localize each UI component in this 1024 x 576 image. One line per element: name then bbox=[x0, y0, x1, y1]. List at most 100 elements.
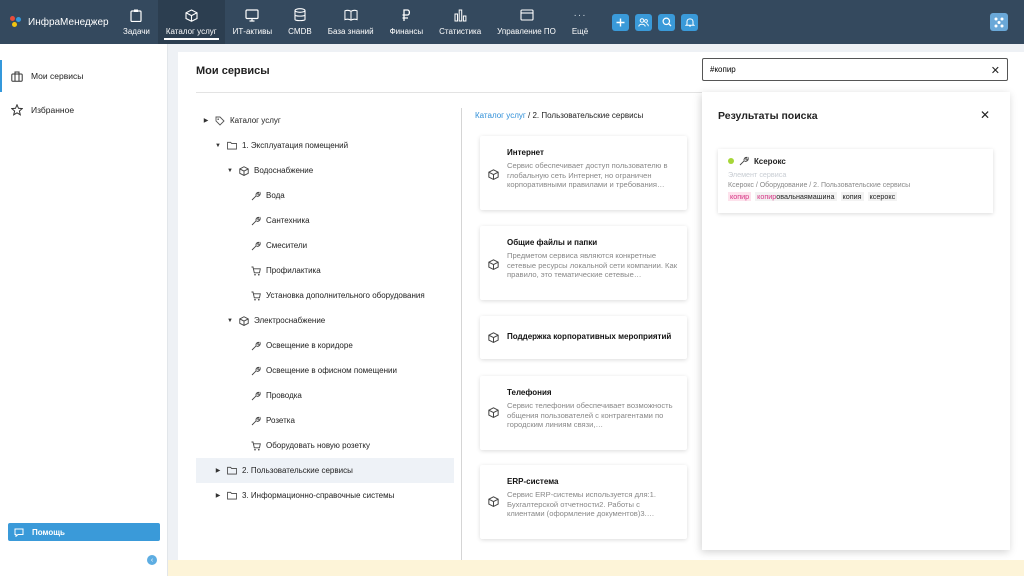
search-results-panel: Результаты поиска ✕ Ксерокс Элемент серв… bbox=[702, 92, 1010, 550]
cube-icon bbox=[184, 8, 198, 22]
service-card-internet[interactable]: Интернет Сервис обеспечивает доступ поль… bbox=[480, 136, 687, 210]
sidebar-item-label: Избранное bbox=[31, 105, 75, 115]
tree-node-water[interactable]: Вода bbox=[196, 183, 454, 208]
help-button[interactable]: Помощь bbox=[8, 523, 160, 541]
search-result-item[interactable]: Ксерокс Элемент сервиса Ксерокс / Оборуд… bbox=[718, 149, 993, 213]
tree-node-water-supply[interactable]: ▼ Водоснабжение bbox=[196, 158, 454, 183]
close-results-icon[interactable]: ✕ bbox=[980, 108, 990, 122]
tree-node-info-systems[interactable]: ▶ 3. Информационно-справочные системы bbox=[196, 483, 454, 508]
tree-node-corridor-lighting[interactable]: Освещение в коридоре bbox=[196, 333, 454, 358]
nav-label: ИТ-активы bbox=[232, 27, 273, 36]
tag: ксерокс bbox=[867, 192, 898, 201]
service-card-telephony[interactable]: Телефония Сервис телефонии обеспечивает … bbox=[480, 376, 687, 450]
nav-label: CMDB bbox=[288, 27, 312, 36]
sidebar-item-my-services[interactable]: Мои сервисы bbox=[0, 60, 167, 92]
cart-icon bbox=[251, 441, 261, 451]
tag-icon bbox=[215, 116, 225, 126]
folder-icon bbox=[227, 491, 237, 501]
main-nav: Задачи Каталог услуг ИТ-активы CMDB База… bbox=[115, 0, 596, 44]
cube-icon bbox=[488, 169, 499, 180]
nav-more[interactable]: ··· Ещё bbox=[564, 0, 596, 44]
cart-icon bbox=[251, 291, 261, 301]
tree-node-office-lighting[interactable]: Освещение в офисном помещении bbox=[196, 358, 454, 383]
nav-label: Управление ПО bbox=[497, 27, 556, 36]
wrench-icon bbox=[251, 216, 261, 226]
tag: копир bbox=[728, 192, 752, 201]
tree-node-label: Освещение в офисном помещении bbox=[266, 366, 397, 375]
tree-node-label: Профилактика bbox=[266, 266, 321, 275]
caret-right-icon: ▶ bbox=[215, 468, 221, 474]
nav-label: Задачи bbox=[123, 27, 150, 36]
users-icon bbox=[638, 17, 649, 27]
nav-label: База знаний bbox=[327, 27, 374, 36]
nav-service-catalog[interactable]: Каталог услуг bbox=[157, 0, 225, 44]
nav-tasks[interactable]: Задачи bbox=[115, 0, 158, 44]
nav-cmdb[interactable]: CMDB bbox=[280, 0, 320, 44]
tree-node-wiring[interactable]: Проводка bbox=[196, 383, 454, 408]
collapse-sidebar-button[interactable]: ‹ bbox=[147, 555, 157, 565]
wrench-icon bbox=[251, 366, 261, 376]
window-icon bbox=[519, 8, 534, 22]
nav-it-assets[interactable]: ИТ-активы bbox=[225, 0, 280, 44]
tag-highlight: копир bbox=[757, 192, 777, 201]
service-card-corporate-events[interactable]: Поддержка корпоративных мероприятий bbox=[480, 316, 687, 359]
add-button[interactable] bbox=[612, 13, 630, 31]
nav-software-management[interactable]: Управление ПО bbox=[489, 0, 564, 44]
breadcrumb-link-catalog[interactable]: Каталог услуг bbox=[475, 111, 526, 120]
tree-node-plumbing[interactable]: Сантехника bbox=[196, 208, 454, 233]
service-card-description: Предметом сервиса являются конкретные се… bbox=[507, 251, 678, 279]
folder-icon bbox=[227, 141, 237, 151]
search-icon bbox=[662, 17, 672, 27]
folder-icon bbox=[227, 466, 237, 476]
tree-node-label: Каталог услуг bbox=[230, 116, 281, 125]
chat-icon bbox=[14, 528, 24, 537]
notifications-button[interactable] bbox=[681, 13, 699, 31]
cart-icon bbox=[251, 266, 261, 276]
nav-finance[interactable]: Финансы bbox=[382, 0, 432, 44]
sidebar-item-favorites[interactable]: Избранное bbox=[0, 94, 167, 126]
tree-node-label: 2. Пользовательские сервисы bbox=[242, 466, 353, 475]
service-card-erp[interactable]: ERP-система Сервис ERP-системы используе… bbox=[480, 465, 687, 539]
catalog-tree: ▶ Каталог услуг ▼ 1. Эксплуатация помеще… bbox=[196, 108, 454, 508]
tree-node-catalog[interactable]: ▶ Каталог услуг bbox=[196, 108, 454, 133]
service-card-title: Телефония bbox=[507, 388, 552, 397]
tree-node-label: Проводка bbox=[266, 391, 302, 400]
tag-rest: ксерокс bbox=[869, 192, 896, 201]
tree-node-prevention[interactable]: Профилактика bbox=[196, 258, 454, 283]
tree-divider bbox=[461, 108, 462, 560]
search-input[interactable] bbox=[710, 65, 980, 74]
users-button[interactable] bbox=[635, 13, 653, 31]
nav-statistics[interactable]: Статистика bbox=[431, 0, 489, 44]
breadcrumb: Каталог услуг / 2. Пользовательские серв… bbox=[475, 111, 643, 120]
nav-label: Ещё bbox=[571, 27, 589, 36]
tree-node-new-socket[interactable]: Оборудовать новую розетку bbox=[196, 433, 454, 458]
tree-node-socket[interactable]: Розетка bbox=[196, 408, 454, 433]
tree-node-install-equipment[interactable]: Установка дополнительного оборудования bbox=[196, 283, 454, 308]
tree-node-label: Сантехника bbox=[266, 216, 310, 225]
tree-node-building-operation[interactable]: ▼ 1. Эксплуатация помещений bbox=[196, 133, 454, 158]
wrench-icon bbox=[251, 391, 261, 401]
tree-node-label: Установка дополнительного оборудования bbox=[266, 291, 425, 300]
app-logo[interactable]: ИнфраМенеджер bbox=[0, 0, 115, 44]
tree-node-faucets[interactable]: Смесители bbox=[196, 233, 454, 258]
clear-search-icon[interactable]: ✕ bbox=[991, 64, 1000, 77]
tag-rest: копия bbox=[842, 192, 862, 201]
search-result-path: Ксерокс / Оборудование / 2. Пользователь… bbox=[728, 182, 911, 189]
avatar[interactable] bbox=[990, 13, 1008, 31]
cube-icon bbox=[488, 407, 499, 418]
sidebar-item-label: Мои сервисы bbox=[31, 71, 84, 81]
tree-node-user-services[interactable]: ▶ 2. Пользовательские сервисы bbox=[196, 458, 454, 483]
tree-node-label: Водоснабжение bbox=[254, 166, 314, 175]
service-card-shared-files[interactable]: Общие файлы и папки Предметом сервиса яв… bbox=[480, 226, 687, 300]
search-result-tags: копир копировальнаямашина копия ксерокс bbox=[728, 192, 983, 201]
tree-node-electricity[interactable]: ▼ Электроснабжение bbox=[196, 308, 454, 333]
service-card-description: Сервис телефонии обеспечивает возможност… bbox=[507, 401, 673, 429]
tag: копия bbox=[840, 192, 864, 201]
nav-knowledge-base[interactable]: База знаний bbox=[320, 0, 382, 44]
nav-label: Статистика bbox=[439, 27, 482, 36]
search-button[interactable] bbox=[658, 13, 676, 31]
caret-down-icon: ▼ bbox=[227, 317, 233, 324]
logo-icon bbox=[10, 16, 22, 28]
sidebar: Мои сервисы Избранное Помощь ‹ bbox=[0, 44, 168, 576]
user-avatar-icon bbox=[994, 17, 1004, 28]
